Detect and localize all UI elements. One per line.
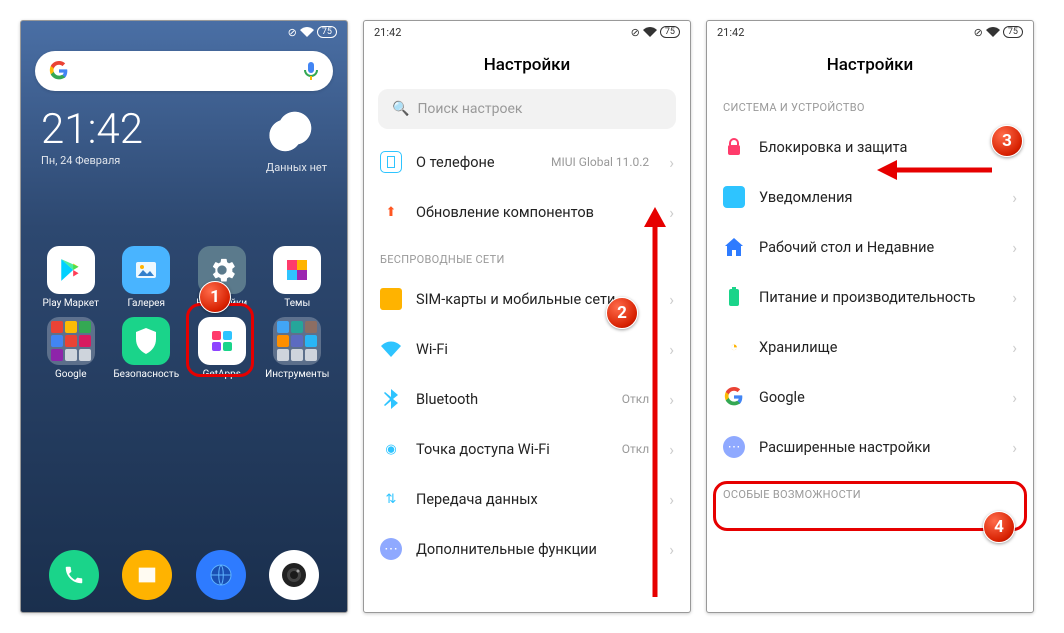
app-folder-tools[interactable]: Инструменты <box>262 317 334 380</box>
notification-icon <box>723 186 745 208</box>
chevron-right-icon: › <box>1012 288 1017 307</box>
clock-weather-widget[interactable]: 21:42 Пн, 24 Февраля Данных нет <box>21 99 347 184</box>
item-storage[interactable]: ◔ Хранилище › <box>707 322 1033 372</box>
item-desktop[interactable]: Рабочий стол и Недавние › <box>707 222 1033 272</box>
battery-icon: 75 <box>317 26 337 38</box>
dock-camera[interactable] <box>269 550 319 600</box>
storage-icon: ◔ <box>723 336 745 358</box>
settings-search-input[interactable]: 🔍 Поиск настроек <box>378 89 676 129</box>
no-sim-icon: ⊘ <box>631 26 640 39</box>
wifi-icon <box>300 27 314 37</box>
app-security[interactable]: Безопасность <box>111 317 183 380</box>
app-getapps[interactable]: GetApps <box>186 317 258 380</box>
dock-phone[interactable] <box>49 550 99 600</box>
dock-messages[interactable] <box>122 550 172 600</box>
page-title: Настройки <box>707 43 1033 85</box>
badge-4: 4 <box>983 511 1015 543</box>
wifi-icon <box>643 27 657 37</box>
statusbar: 21:42 ⊘ 75 <box>364 21 690 43</box>
phone-home: ⊘ 75 21:42 Пн, 24 Февраля Данных нет Pla… <box>20 20 348 613</box>
no-sim-icon: ⊘ <box>288 26 297 39</box>
page-title: Настройки <box>364 43 690 85</box>
battery-perf-icon <box>723 286 745 308</box>
chevron-right-icon: › <box>1012 388 1017 407</box>
app-play-market[interactable]: Play Маркет <box>35 246 107 309</box>
google-search-bar[interactable] <box>35 51 333 91</box>
phone-settings-main: 21:42 ⊘ 75 Настройки 🔍 Поиск настроек О … <box>363 20 691 613</box>
badge-1: 1 <box>199 281 231 313</box>
phone-settings-system: 21:42 ⊘ 75 Настройки СИСТЕМА И УСТРОЙСТВ… <box>706 20 1034 613</box>
wifi-icon <box>986 27 1000 37</box>
dock-browser[interactable] <box>196 550 246 600</box>
google-g-icon <box>723 386 745 408</box>
item-about-phone[interactable]: О телефоне MIUI Global 11.0.2 › <box>364 137 690 187</box>
arrow-left <box>877 155 997 185</box>
badge-2: 2 <box>606 297 638 329</box>
wifi-icon <box>380 338 402 360</box>
app-gallery[interactable]: Галерея <box>111 246 183 309</box>
mic-icon[interactable] <box>303 61 319 81</box>
hotspot-icon: ◉ <box>380 438 402 460</box>
search-icon: 🔍 <box>392 101 409 117</box>
battery-icon: 75 <box>660 26 680 38</box>
more-icon: ⋯ <box>723 436 745 458</box>
app-grid: Play Маркет Галерея Настройки Темы Googl… <box>21 238 347 388</box>
data-icon: ⇅ <box>380 488 402 510</box>
chevron-right-icon: › <box>1012 338 1017 357</box>
section-special: ОСОБЫЕ ВОЗМОЖНОСТИ <box>707 472 1033 509</box>
more-icon: ⋯ <box>380 538 402 560</box>
chevron-right-icon: › <box>1012 188 1017 207</box>
badge-3: 3 <box>991 125 1023 157</box>
chevron-right-icon: › <box>669 153 674 172</box>
bluetooth-icon <box>380 388 402 410</box>
weather-cloud-icon <box>266 109 314 157</box>
arrow-up <box>640 207 670 601</box>
clock-time: 21:42 <box>41 109 143 151</box>
dock <box>21 550 347 600</box>
lock-icon <box>723 136 745 158</box>
app-folder-google[interactable]: Google <box>35 317 107 380</box>
item-advanced[interactable]: ⋯ Расширенные настройки › <box>707 422 1033 472</box>
item-power[interactable]: Питание и производительность › <box>707 272 1033 322</box>
home-icon <box>723 236 745 258</box>
statusbar: ⊘ 75 <box>21 21 347 43</box>
item-google[interactable]: Google › <box>707 372 1033 422</box>
search-placeholder: Поиск настроек <box>417 101 522 117</box>
google-g-icon <box>49 61 69 81</box>
chevron-right-icon: › <box>1012 438 1017 457</box>
section-system: СИСТЕМА И УСТРОЙСТВО <box>707 85 1033 122</box>
no-sim-icon: ⊘ <box>974 26 983 39</box>
chevron-right-icon: › <box>1012 238 1017 257</box>
battery-icon: 75 <box>1003 26 1023 38</box>
clock-date: Пн, 24 Февраля <box>41 154 143 167</box>
app-themes[interactable]: Темы <box>262 246 334 309</box>
weather-text: Данных нет <box>266 161 327 174</box>
statusbar: 21:42 ⊘ 75 <box>707 21 1033 43</box>
